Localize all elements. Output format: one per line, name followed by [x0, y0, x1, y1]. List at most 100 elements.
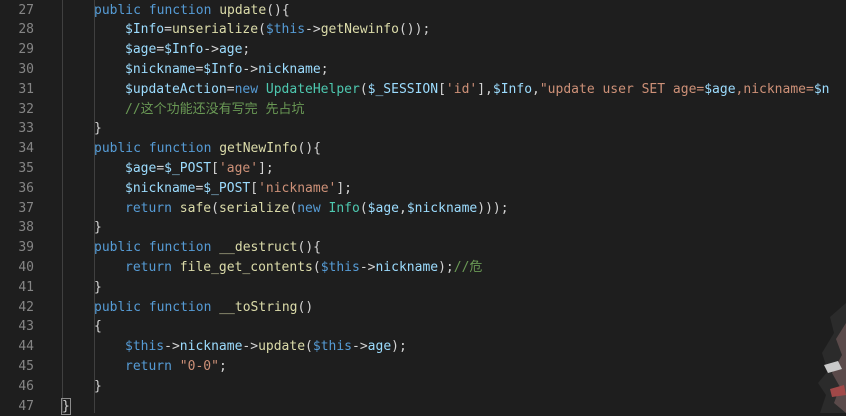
code-text[interactable]: public function __destruct(){ [94, 238, 321, 258]
code-token: return [125, 359, 180, 374]
code-token: serialize [219, 201, 289, 216]
code-token: [ [250, 181, 258, 196]
code-line[interactable]: 46} [0, 377, 846, 397]
code-token: { [94, 319, 102, 334]
code-token: update [219, 3, 266, 18]
code-token: ); [391, 339, 407, 354]
code-line[interactable]: 37 return safe(serialize(new Info($age,$n… [0, 199, 846, 219]
code-token: $_POST [203, 181, 250, 196]
code-token: ], [477, 82, 493, 97]
code-line[interactable]: 41} [0, 278, 846, 298]
code-line[interactable]: 44$this->nickname->update($this->age); [0, 337, 846, 357]
line-number: 29 [0, 40, 34, 60]
code-text[interactable]: $updateAction=new UpdateHelper($_SESSION… [125, 80, 829, 100]
line-number: 42 [0, 298, 34, 318]
code-token: 'nickname' [258, 181, 336, 196]
code-line[interactable]: 29 $age=$Info->age; [0, 40, 846, 60]
code-token: file_get_contents [180, 260, 313, 275]
code-token: ( [258, 22, 266, 37]
code-text[interactable]: } [94, 278, 102, 298]
code-token: (){ [298, 141, 321, 156]
code-editor[interactable]: 27public function update(){28$Info=unser… [0, 0, 846, 413]
code-text[interactable]: $age=$_POST['age']; [125, 159, 274, 179]
code-token: ); [438, 260, 454, 275]
code-line[interactable]: 40return file_get_contents($this->nickna… [0, 258, 846, 278]
code-text[interactable]: $nickname=$_POST['nickname']; [125, 179, 352, 199]
code-text[interactable]: $age=$Info->age; [125, 40, 250, 60]
code-token: $_SESSION [368, 82, 438, 97]
code-token: $age [125, 161, 156, 176]
code-text[interactable]: return "0-0"; [125, 357, 227, 377]
code-token: $this [313, 339, 352, 354]
code-line[interactable]: 38} [0, 218, 846, 238]
code-text[interactable]: public function update(){ [94, 1, 290, 21]
code-text[interactable]: public function __toString() [94, 298, 313, 318]
code-token: "0-0" [180, 359, 219, 374]
code-token: $age [704, 82, 735, 97]
code-token: nickname [258, 62, 321, 77]
code-text[interactable]: } [62, 397, 70, 416]
code-token: $nickname [125, 181, 195, 196]
code-token: $Info [164, 42, 203, 57]
code-token: ,nickname= [736, 82, 814, 97]
code-line[interactable]: 47} [0, 397, 846, 416]
code-token: public function [94, 240, 219, 255]
code-text[interactable]: $this->nickname->update($this->age); [125, 337, 407, 357]
line-number: 38 [0, 218, 34, 238]
code-text[interactable]: return safe(serialize(new Info($age,$nic… [125, 199, 509, 219]
code-token: Info [329, 201, 360, 216]
code-text[interactable]: $Info=unserialize($this->getNewinfo()); [125, 20, 430, 40]
code-token: __destruct [219, 240, 297, 255]
code-token: update [258, 339, 305, 354]
code-text[interactable]: } [94, 119, 102, 139]
code-line[interactable]: 43{ [0, 317, 846, 337]
code-line[interactable]: 36 $nickname=$_POST['nickname']; [0, 179, 846, 199]
line-number: 27 [0, 1, 34, 21]
code-text[interactable]: public function getNewInfo(){ [94, 139, 321, 159]
code-token: $nickname [125, 62, 195, 77]
code-token: -> [360, 260, 376, 275]
code-line[interactable]: 39public function __destruct(){ [0, 238, 846, 258]
code-token: ; [242, 42, 250, 57]
code-token: ( [360, 82, 368, 97]
code-text[interactable]: //这个功能还没有写完 先占坑 [125, 100, 304, 120]
code-line[interactable]: 35$age=$_POST['age']; [0, 159, 846, 179]
decorative-figure-image [816, 303, 846, 413]
code-token: ()); [399, 22, 430, 37]
code-line[interactable]: 42 public function __toString() [0, 298, 846, 318]
code-line[interactable]: 45return "0-0"; [0, 357, 846, 377]
code-line[interactable]: 32 //这个功能还没有写完 先占坑 [0, 100, 846, 120]
code-token: nickname [375, 260, 438, 275]
code-token: [ [211, 161, 219, 176]
code-token: -> [352, 339, 368, 354]
code-line[interactable]: 27 public function update(){ [0, 1, 846, 21]
code-line[interactable]: 30$nickname=$Info->nickname; [0, 60, 846, 80]
line-number: 32 [0, 100, 34, 120]
code-token: $Info [125, 22, 164, 37]
code-token: age [368, 339, 391, 354]
code-token: public function [94, 141, 219, 156]
code-text[interactable]: { [94, 317, 102, 337]
code-token: getNewinfo [321, 22, 399, 37]
code-token: __toString [219, 300, 297, 315]
code-token: $age [368, 201, 399, 216]
code-line[interactable]: 28$Info=unserialize($this->getNewinfo())… [0, 20, 846, 40]
code-text[interactable]: $nickname=$Info->nickname; [125, 60, 329, 80]
line-number: 31 [0, 80, 34, 100]
code-line[interactable]: 34public function getNewInfo(){ [0, 139, 846, 159]
code-token: age [219, 42, 242, 57]
line-number: 37 [0, 199, 34, 219]
line-number: 36 [0, 179, 34, 199]
code-text[interactable]: return file_get_contents($this->nickname… [125, 258, 482, 278]
code-token: getNewInfo [219, 141, 297, 156]
code-text[interactable]: } [94, 377, 102, 397]
code-token: $Info [493, 82, 532, 97]
code-token: -> [203, 42, 219, 57]
code-text[interactable]: } [94, 218, 102, 238]
code-line[interactable]: 33} [0, 119, 846, 139]
code-token: } [94, 220, 102, 235]
code-token: ; [321, 62, 329, 77]
code-token: } [94, 379, 102, 394]
code-line[interactable]: 31 $updateAction=new UpdateHelper($_SESSI… [0, 80, 846, 100]
line-number: 33 [0, 119, 34, 139]
